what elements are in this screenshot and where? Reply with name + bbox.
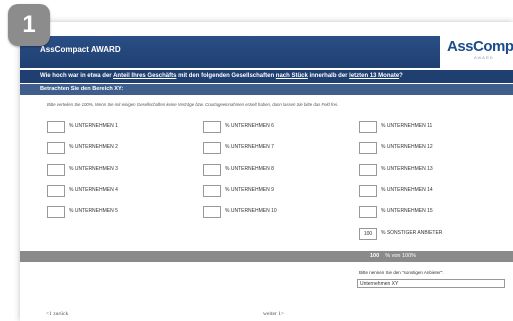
total-value: 100 xyxy=(370,253,380,259)
company-label: % UNTERNEHMEN 10 xyxy=(225,208,277,214)
percent-input[interactable] xyxy=(359,185,377,197)
other-provider-prompt: Bitte nennen Sie den "sonstigen Anbieter… xyxy=(359,270,444,275)
percent-input[interactable] xyxy=(203,121,221,133)
total-label: % von 100% xyxy=(385,253,417,259)
percent-input[interactable] xyxy=(359,206,377,218)
percent-input[interactable] xyxy=(359,121,377,133)
percent-input[interactable] xyxy=(47,142,65,154)
percent-input[interactable] xyxy=(47,121,65,133)
other-provider-percent-input[interactable]: 100 xyxy=(359,228,377,240)
company-label: % UNTERNEHMEN 11 xyxy=(381,123,433,129)
total-bar xyxy=(20,251,513,262)
other-provider-name-input[interactable]: Unternehmen XY xyxy=(357,279,505,288)
logo-subtitle: AWARD xyxy=(474,55,494,60)
company-label: % UNTERNEHMEN 1 xyxy=(69,123,118,129)
total-readout: 100 % von 100% xyxy=(370,253,416,259)
company-label: % UNTERNEHMEN 5 xyxy=(69,208,118,214)
company-label: % SONSTIGER ANBIETER xyxy=(381,230,443,236)
subheader-text: Betrachten Sie den Bereich XY: xyxy=(40,86,124,92)
company-label: % UNTERNEHMEN 13 xyxy=(381,166,433,172)
company-label: % UNTERNEHMEN 9 xyxy=(225,187,274,193)
percent-input[interactable] xyxy=(47,185,65,197)
back-link[interactable]: <1 zurück xyxy=(46,311,68,317)
company-label: % UNTERNEHMEN 12 xyxy=(381,144,433,150)
company-label: % UNTERNEHMEN 14 xyxy=(381,187,433,193)
instruction-text: Bitte verteilen Sie 100%. Wenn Sie mit e… xyxy=(47,102,339,107)
percent-input[interactable] xyxy=(203,185,221,197)
percent-input[interactable] xyxy=(203,164,221,176)
percent-input[interactable] xyxy=(47,206,65,218)
step-number-badge: 1 xyxy=(8,4,50,46)
percent-input[interactable] xyxy=(203,206,221,218)
company-label: % UNTERNEHMEN 7 xyxy=(225,144,274,150)
next-link[interactable]: weiter 1> xyxy=(263,311,284,317)
percent-input[interactable] xyxy=(203,142,221,154)
company-label: % UNTERNEHMEN 3 xyxy=(69,166,118,172)
company-label: % UNTERNEHMEN 6 xyxy=(225,123,274,129)
company-label: % UNTERNEHMEN 4 xyxy=(69,187,118,193)
company-label: % UNTERNEHMEN 15 xyxy=(381,208,433,214)
app-title: AssCompact AWARD xyxy=(40,45,121,54)
percent-input[interactable] xyxy=(359,142,377,154)
percent-input[interactable] xyxy=(47,164,65,176)
percent-input[interactable] xyxy=(359,164,377,176)
question-text: Wie hoch war in etwa der Anteil Ihres Ge… xyxy=(40,73,403,79)
company-label: % UNTERNEHMEN 2 xyxy=(69,144,118,150)
asscompact-logo: AssCompac xyxy=(447,38,513,55)
company-label: % UNTERNEHMEN 8 xyxy=(225,166,274,172)
